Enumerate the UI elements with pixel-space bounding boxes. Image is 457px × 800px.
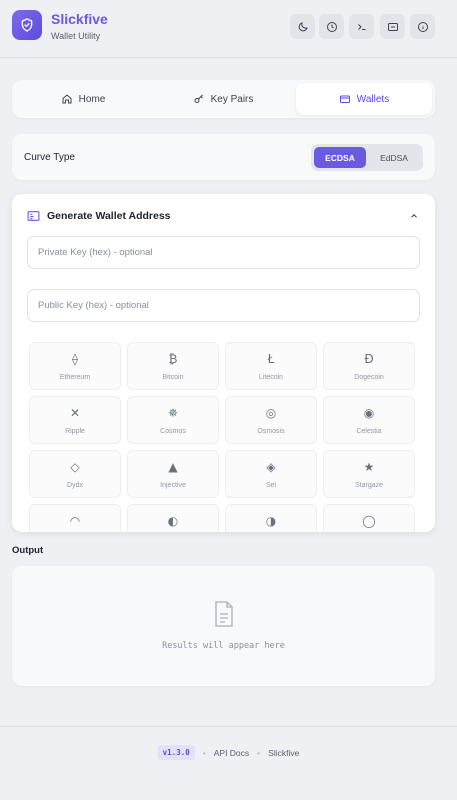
coin-name: Bitcoin [162,374,184,381]
coin-icon: ◐ [167,514,179,528]
ripple-icon: ✕ [69,406,81,420]
eddsa-option[interactable]: EdDSA [368,147,420,168]
tab-home-label: Home [78,93,106,105]
coin-litecoin[interactable]: Ł Litecoin [225,342,317,390]
coin-partial[interactable]: ◑ [225,504,317,532]
chevron-up-icon[interactable] [409,211,419,221]
coin-ripple[interactable]: ✕ Ripple [29,396,121,444]
injective-icon: ▲ [168,460,178,474]
output-label: Output [12,545,44,556]
coin-name: Ripple [65,428,85,435]
moon-icon [298,21,308,31]
coin-icon: ◑ [265,514,277,528]
ethereum-icon: ⟠ [72,352,78,366]
tab-key-pairs-label: Key Pairs [210,93,254,105]
cosmos-icon: ✵ [167,406,179,420]
wallet-icon [339,95,350,103]
coin-dydx[interactable]: ◇ Dydx [29,450,121,498]
panel-icon [387,22,398,31]
tab-home[interactable]: Home [15,83,151,115]
coin-stargaze[interactable]: ★ Stargaze [323,450,415,498]
coin-cosmos[interactable]: ✵ Cosmos [127,396,219,444]
curve-type-label: Curve Type [24,152,75,163]
tab-wallets[interactable]: Wallets [296,83,432,115]
coin-ethereum[interactable]: ⟠ Ethereum [29,342,121,390]
brand-subtitle: Wallet Utility [51,31,101,41]
coin-name: Stargaze [354,482,384,489]
coin-name: Injective [160,482,186,489]
coin-partial[interactable]: ◯ [323,504,415,532]
theme-toggle-button[interactable] [290,14,315,39]
osmosis-icon: ◎ [265,406,277,420]
terminal-button[interactable] [349,14,374,39]
coin-name: Dogecoin [354,374,384,381]
coin-icon: ◠ [69,514,81,528]
public-key-input[interactable] [28,290,419,321]
dogecoin-icon: Đ [364,352,374,366]
document-icon [215,601,233,627]
coin-name: Cosmos [160,428,186,435]
coin-icon: ◯ [362,514,376,528]
info-icon [417,21,428,32]
output-placeholder: Results will appear here [162,641,285,651]
celestia-icon: ◉ [363,406,375,420]
clock-icon [326,21,337,32]
api-docs-link[interactable]: API Docs [214,748,249,758]
home-icon [62,94,72,104]
curve-type-card: Curve Type ECDSA EdDSA [12,134,435,180]
curve-type-toggle: ECDSA EdDSA [311,144,423,171]
key-icon [194,94,203,103]
coin-partial[interactable]: ◠ [29,504,121,532]
coin-partial[interactable]: ◐ [127,504,219,532]
coin-osmosis[interactable]: ◎ Osmosis [225,396,317,444]
panel-button[interactable] [380,14,405,39]
history-button[interactable] [319,14,344,39]
generate-wallet-card: Generate Wallet Address ⟠ Ethereum ₿ Bit… [12,194,435,532]
coin-name: Osmosis [257,428,285,435]
tab-key-pairs[interactable]: Key Pairs [155,83,291,115]
coin-bitcoin[interactable]: ₿ Bitcoin [127,342,219,390]
bitcoin-icon: ₿ [168,352,178,366]
coin-name: Dydx [67,482,83,489]
public-key-field [27,289,420,322]
brand-name: Slickfive [51,11,108,27]
dydx-icon: ◇ [70,460,80,474]
private-key-field [27,236,420,269]
litecoin-icon: Ł [267,352,275,366]
app-header: Slickfive Wallet Utility [0,0,457,58]
separator-dot: • [202,747,206,758]
stargaze-icon: ★ [363,460,375,474]
output-panel: Results will appear here [12,566,435,686]
footer: v1.3.0 • API Docs • Slickfive [0,726,457,800]
tab-wallets-label: Wallets [356,93,390,105]
version-badge: v1.3.0 [157,745,195,760]
shield-logo-icon [12,10,42,40]
coin-name: Sei [265,482,277,489]
coin-name: Litecoin [258,374,284,381]
terminal-icon [357,23,365,30]
main-tabs: Home Key Pairs Wallets [12,80,435,118]
coin-name: Ethereum [59,374,91,381]
info-button[interactable] [410,14,435,39]
ecdsa-option[interactable]: ECDSA [314,147,366,168]
coin-celestia[interactable]: ◉ Celestia [323,396,415,444]
separator-dot: • [257,747,261,758]
footer-brand-link[interactable]: Slickfive [268,748,299,758]
sei-icon: ◈ [266,460,276,474]
coin-dogecoin[interactable]: Đ Dogecoin [323,342,415,390]
coin-injective[interactable]: ▲ Injective [127,450,219,498]
id-card-icon [27,211,40,221]
coin-name: Celestia [356,428,382,435]
private-key-input[interactable] [28,237,419,268]
coin-sei[interactable]: ◈ Sei [225,450,317,498]
generate-wallet-title: Generate Wallet Address [47,210,171,222]
